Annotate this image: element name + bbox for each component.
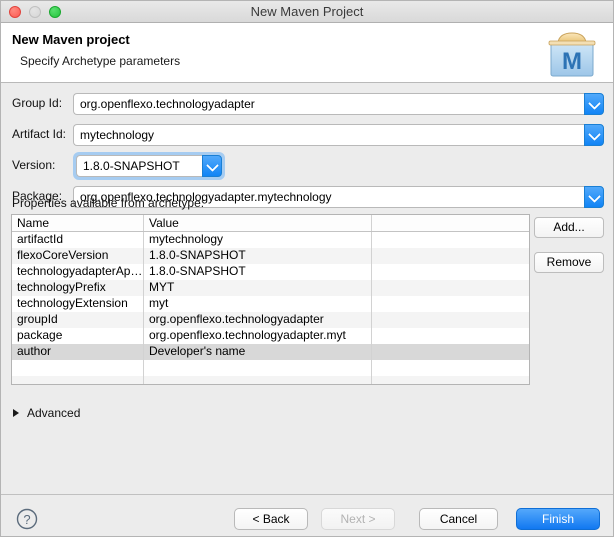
table-row[interactable]: technologyadapterApi... 1.8.0-SNAPSHOT bbox=[12, 264, 529, 280]
new-maven-project-dialog: New Maven Project New Maven project Spec… bbox=[0, 0, 614, 537]
table-cell-value[interactable]: myt bbox=[144, 296, 372, 312]
version-combo[interactable]: 1.8.0-SNAPSHOT bbox=[73, 152, 225, 180]
dialog-footer: ? < Back Next > Cancel Finish bbox=[1, 494, 613, 536]
table-cell-extra[interactable] bbox=[372, 360, 529, 376]
field-row-artifact-id: Artifact Id: mytechnology bbox=[1, 124, 613, 146]
chevron-down-icon[interactable] bbox=[584, 186, 604, 208]
column-header-value[interactable]: Value bbox=[144, 215, 372, 231]
table-row[interactable] bbox=[12, 360, 529, 376]
add-property-button[interactable]: Add... bbox=[534, 217, 604, 238]
finish-button[interactable]: Finish bbox=[516, 508, 600, 530]
table-cell-value[interactable] bbox=[144, 360, 372, 376]
table-cell-value[interactable]: mytechnology bbox=[144, 232, 372, 248]
table-cell-name[interactable]: groupId bbox=[12, 312, 144, 328]
table-row[interactable]: technologyExtension myt bbox=[12, 296, 529, 312]
maven-logo-letter: M bbox=[562, 48, 582, 75]
properties-table[interactable]: Name Value artifactId mytechnology flexoCo… bbox=[11, 214, 530, 385]
table-row[interactable]: artifactId mytechnology bbox=[12, 232, 529, 248]
table-row[interactable]: groupId org.openflexo.technologyadapter bbox=[12, 312, 529, 328]
table-cell-extra[interactable] bbox=[372, 296, 529, 312]
dialog-body: Group Id: org.openflexo.technologyadapte… bbox=[1, 83, 613, 494]
chevron-down-icon[interactable] bbox=[584, 93, 604, 115]
artifact-id-combo[interactable]: mytechnology bbox=[73, 124, 604, 146]
chevron-right-icon bbox=[13, 409, 19, 417]
table-cell-name[interactable]: technologyadapterApi... bbox=[12, 264, 144, 280]
properties-label: Properties available from archetype: bbox=[12, 196, 205, 210]
table-cell-extra[interactable] bbox=[372, 248, 529, 264]
table-cell-extra[interactable] bbox=[372, 328, 529, 344]
advanced-disclosure[interactable]: Advanced bbox=[13, 405, 80, 421]
table-row[interactable] bbox=[12, 376, 529, 384]
table-cell-name[interactable]: technologyExtension bbox=[12, 296, 144, 312]
chevron-down-icon[interactable] bbox=[202, 155, 222, 177]
table-cell-value[interactable]: org.openflexo.technologyadapter.myt bbox=[144, 328, 372, 344]
group-id-combo[interactable]: org.openflexo.technologyadapter bbox=[73, 93, 604, 115]
table-cell-name[interactable] bbox=[12, 376, 144, 384]
table-cell-value[interactable] bbox=[144, 376, 372, 384]
table-cell-name[interactable] bbox=[12, 360, 144, 376]
remove-property-button[interactable]: Remove bbox=[534, 252, 604, 273]
artifact-id-input[interactable]: mytechnology bbox=[73, 124, 584, 146]
table-cell-value[interactable]: org.openflexo.technologyadapter bbox=[144, 312, 372, 328]
artifact-id-label: Artifact Id: bbox=[12, 127, 67, 141]
table-cell-extra[interactable] bbox=[372, 344, 529, 360]
table-cell-value[interactable]: Developer's name bbox=[144, 344, 372, 360]
wizard-header: New Maven project Specify Archetype para… bbox=[1, 23, 613, 83]
group-id-label: Group Id: bbox=[12, 96, 63, 110]
table-cell-name[interactable]: technologyPrefix bbox=[12, 280, 144, 296]
table-cell-value[interactable]: MYT bbox=[144, 280, 372, 296]
help-icon[interactable]: ? bbox=[16, 508, 38, 530]
maven-logo-icon: M bbox=[548, 32, 596, 77]
svg-text:?: ? bbox=[23, 512, 30, 527]
version-label: Version: bbox=[12, 158, 56, 172]
window-titlebar: New Maven Project bbox=[1, 1, 613, 23]
table-cell-extra[interactable] bbox=[372, 312, 529, 328]
column-header-name[interactable]: Name bbox=[12, 215, 144, 231]
table-cell-name[interactable]: artifactId bbox=[12, 232, 144, 248]
group-id-input[interactable]: org.openflexo.technologyadapter bbox=[73, 93, 584, 115]
table-row[interactable]: technologyPrefix MYT bbox=[12, 280, 529, 296]
back-button[interactable]: < Back bbox=[234, 508, 308, 530]
window-title: New Maven Project bbox=[250, 4, 364, 19]
table-header-row: Name Value bbox=[12, 215, 529, 232]
table-row[interactable]: author Developer's name bbox=[12, 344, 529, 360]
table-cell-extra[interactable] bbox=[372, 232, 529, 248]
table-cell-name[interactable]: package bbox=[12, 328, 144, 344]
cancel-button[interactable]: Cancel bbox=[419, 508, 498, 530]
table-cell-value[interactable]: 1.8.0-SNAPSHOT bbox=[144, 264, 372, 280]
advanced-label: Advanced bbox=[27, 406, 81, 420]
table-cell-name[interactable]: flexoCoreVersion bbox=[12, 248, 144, 264]
column-header-extra[interactable] bbox=[372, 215, 529, 231]
page-subtitle: Specify Archetype parameters bbox=[20, 54, 181, 68]
field-row-group-id: Group Id: org.openflexo.technologyadapte… bbox=[1, 93, 613, 115]
next-button: Next > bbox=[321, 508, 395, 530]
table-row[interactable]: package org.openflexo.technologyadapter.m… bbox=[12, 328, 529, 344]
table-cell-extra[interactable] bbox=[372, 280, 529, 296]
table-cell-name[interactable]: author bbox=[12, 344, 144, 360]
version-input[interactable]: 1.8.0-SNAPSHOT bbox=[76, 155, 202, 177]
table-cell-value[interactable]: 1.8.0-SNAPSHOT bbox=[144, 248, 372, 264]
chevron-down-icon[interactable] bbox=[584, 124, 604, 146]
table-row[interactable]: flexoCoreVersion 1.8.0-SNAPSHOT bbox=[12, 248, 529, 264]
page-title: New Maven project bbox=[12, 32, 130, 47]
table-body: artifactId mytechnology flexoCoreVersion 1.… bbox=[12, 232, 529, 384]
field-row-version: Version: 1.8.0-SNAPSHOT bbox=[1, 152, 613, 180]
table-cell-extra[interactable] bbox=[372, 264, 529, 280]
table-cell-extra[interactable] bbox=[372, 376, 529, 384]
